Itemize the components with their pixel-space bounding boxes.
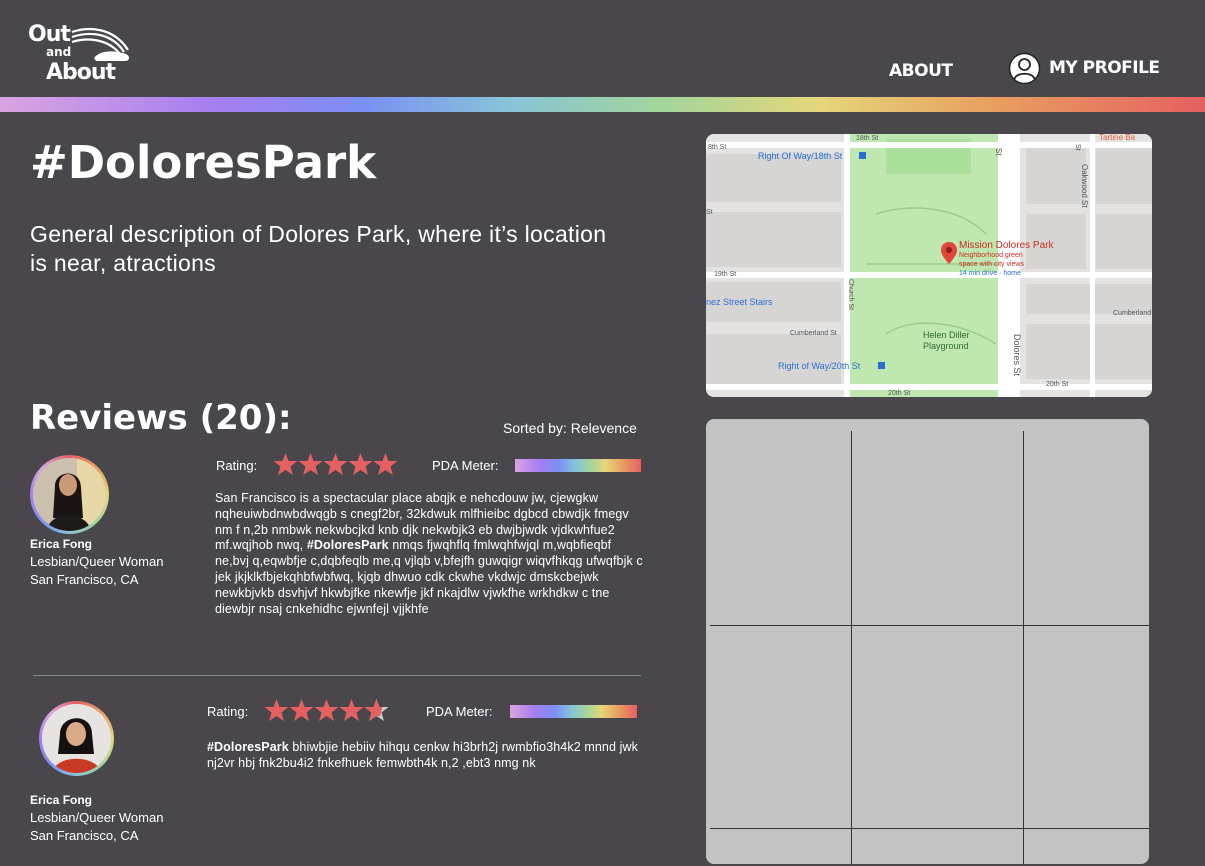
street-label-oakwood: Oakwood St <box>1080 164 1089 208</box>
street-label-18th: 18th St <box>856 135 878 142</box>
logo-text-and: and <box>46 45 72 59</box>
sort-selector[interactable]: Sorted by: Relevence <box>503 420 637 436</box>
star-icon <box>298 453 323 475</box>
logo-text-out: Out <box>28 22 71 47</box>
street-label-cumberland: Cumberland St <box>790 330 837 337</box>
user-profile-icon <box>1008 52 1041 84</box>
star-icon <box>264 699 289 721</box>
star-rating <box>264 699 389 721</box>
review-text: San Francisco is a spectacular place abq… <box>215 491 645 617</box>
reviews-heading: Reviews (20): <box>30 398 292 438</box>
review-divider <box>33 675 641 676</box>
street-label-st: St <box>1074 144 1081 151</box>
rating-label: Rating: <box>216 458 258 473</box>
reviewer-name[interactable]: Erica Fong <box>30 793 92 807</box>
street-label-8th: 8th St <box>708 144 726 151</box>
avatar[interactable] <box>39 701 114 776</box>
street-label-cumberland-b: Cumberland <box>1113 310 1151 317</box>
photo-grid-placeholder <box>706 419 1149 864</box>
nav-my-profile-link[interactable]: MY PROFILE <box>1008 52 1160 84</box>
street-label-19th: 19th St <box>714 271 736 278</box>
star-icon <box>273 453 298 475</box>
place-description: General description of Dolores Park, whe… <box>30 221 607 276</box>
avatar[interactable] <box>30 455 109 534</box>
place-desc-line2: space with city views <box>959 261 1024 268</box>
my-profile-label: MY PROFILE <box>1049 58 1160 78</box>
reviewer-identity: Lesbian/Queer Woman <box>30 810 164 825</box>
half-star-icon <box>364 699 389 721</box>
transit-stop-18th[interactable]: Right Of Way/18th St <box>758 151 843 161</box>
street-label-20th: 20th St <box>888 390 910 397</box>
review-hashtag[interactable]: #DoloresPark <box>207 740 289 754</box>
grid-line <box>851 431 852 864</box>
user-photo-icon <box>33 458 106 531</box>
pda-meter-bar <box>515 459 641 472</box>
star-icon <box>314 699 339 721</box>
reviewer-location: San Francisco, CA <box>30 572 139 587</box>
star-rating <box>273 453 398 475</box>
pda-meter-label: PDA Meter: <box>432 458 499 473</box>
pda-meter-bar <box>510 705 637 718</box>
star-icon <box>289 699 314 721</box>
transit-stop-20th[interactable]: Right of Way/20th St <box>778 361 861 371</box>
map-view[interactable]: 18th St 8th St Right Of Way/18th St Tart… <box>706 134 1152 397</box>
street-label-20th-b: 20th St <box>1046 381 1068 388</box>
business-label[interactable]: Tartine Ba <box>1099 134 1136 142</box>
grid-line <box>710 828 1149 829</box>
review-hashtag[interactable]: #DoloresPark <box>307 538 389 552</box>
poi-playground-line1[interactable]: Helen Diller <box>923 330 970 340</box>
star-icon <box>339 699 364 721</box>
street-label-dolores-top: St <box>994 148 1003 156</box>
poi-street-stairs[interactable]: nez Street Stairs <box>706 297 773 307</box>
star-icon <box>373 453 398 475</box>
poi-playground-line2[interactable]: Playground <box>923 341 969 351</box>
user-photo-icon <box>42 704 111 773</box>
place-name[interactable]: Mission Dolores Park <box>959 240 1054 251</box>
grid-line <box>710 625 1149 626</box>
reviewer-location: San Francisco, CA <box>30 828 139 843</box>
rating-label: Rating: <box>207 704 249 719</box>
nav-about-link[interactable]: ABOUT <box>889 61 953 81</box>
transit-icon <box>859 152 866 159</box>
header: Out and About ABOUT MY PROFILE <box>0 0 1205 97</box>
grid-line <box>1023 431 1024 864</box>
review-text: #DoloresPark bhiwbjie hebiiv hihqu cenkw… <box>207 740 647 772</box>
rainbow-swoosh-icon <box>71 28 129 61</box>
star-icon <box>323 453 348 475</box>
out-and-about-logo[interactable]: Out and About <box>28 22 138 88</box>
street-label-church: Church St <box>847 279 854 310</box>
pda-meter-label: PDA Meter: <box>426 704 493 719</box>
avatar-photo <box>33 458 106 531</box>
rainbow-divider <box>0 97 1205 112</box>
transit-icon <box>878 362 885 369</box>
reviewer-name[interactable]: Erica Fong <box>30 537 92 551</box>
reviewer-identity: Lesbian/Queer Woman <box>30 554 164 569</box>
page-title: #DoloresPark <box>30 136 377 189</box>
place-drive-time: 14 min drive · home <box>959 270 1021 277</box>
street-label-st2: St <box>706 209 713 216</box>
avatar-photo <box>42 704 111 773</box>
street-label-dolores: Dolores St <box>1012 334 1022 377</box>
place-desc-line1: Neighborhood green <box>959 252 1023 259</box>
star-icon <box>348 453 373 475</box>
map-graphic: 18th St 8th St Right Of Way/18th St Tart… <box>706 134 1152 397</box>
